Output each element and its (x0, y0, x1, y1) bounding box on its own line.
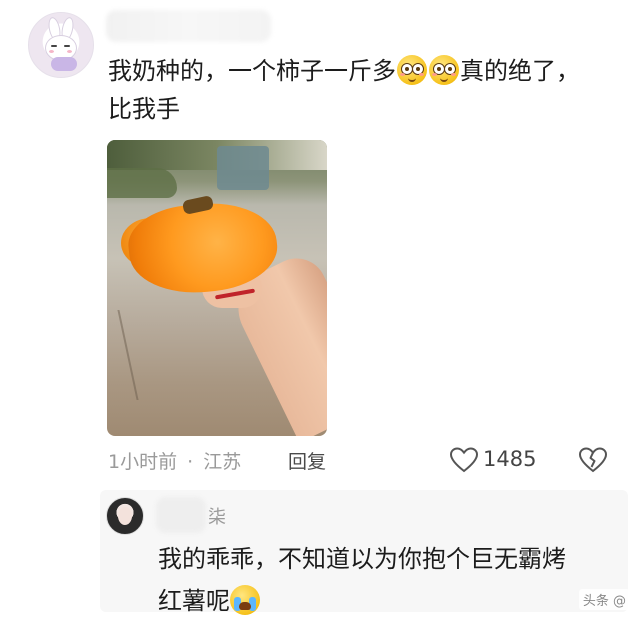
comment-text-part1: 我奶种的，一个柿子一斤多 (108, 57, 396, 85)
reply-button[interactable]: 回复 (288, 447, 326, 474)
heart-icon (449, 447, 479, 473)
comment-location: 江苏 (203, 451, 242, 473)
comment-time: 1小时前 (108, 451, 178, 473)
comment-text-part2: 真的绝了， (460, 57, 580, 85)
replier-name-fragment: 柒 (208, 507, 226, 528)
commenter-name-blurred[interactable] (106, 10, 271, 42)
replier-name-blurred[interactable] (156, 497, 206, 533)
broken-heart-icon (578, 447, 608, 473)
reply-text-line2: 红薯呢 (158, 587, 230, 615)
comment-meta: 1小时前 · 江苏 (108, 447, 241, 474)
platform-watermark: 头条 @ (578, 589, 630, 610)
wide-eyed-face-emoji-icon (397, 55, 427, 85)
like-count: 1485 (483, 447, 537, 471)
meta-separator: · (187, 451, 194, 473)
comment-text: 我奶种的，一个柿子一斤多 真的绝了， 比我手 (108, 52, 580, 128)
reply-text: 我的乖乖，不知道以为你抱个巨无霸烤 红薯呢 (158, 538, 566, 622)
wide-eyed-face-emoji-icon (429, 55, 459, 85)
reply-text-line1: 我的乖乖，不知道以为你抱个巨无霸烤 (158, 545, 566, 573)
dislike-button[interactable] (578, 446, 608, 474)
commenter-avatar[interactable] (28, 12, 94, 78)
comment-photo-persimmon[interactable] (107, 140, 327, 436)
like-button[interactable]: 1485 (449, 444, 541, 476)
crying-face-emoji-icon (230, 585, 260, 615)
replier-avatar[interactable] (106, 497, 144, 535)
comment-text-line2: 比我手 (108, 95, 180, 123)
